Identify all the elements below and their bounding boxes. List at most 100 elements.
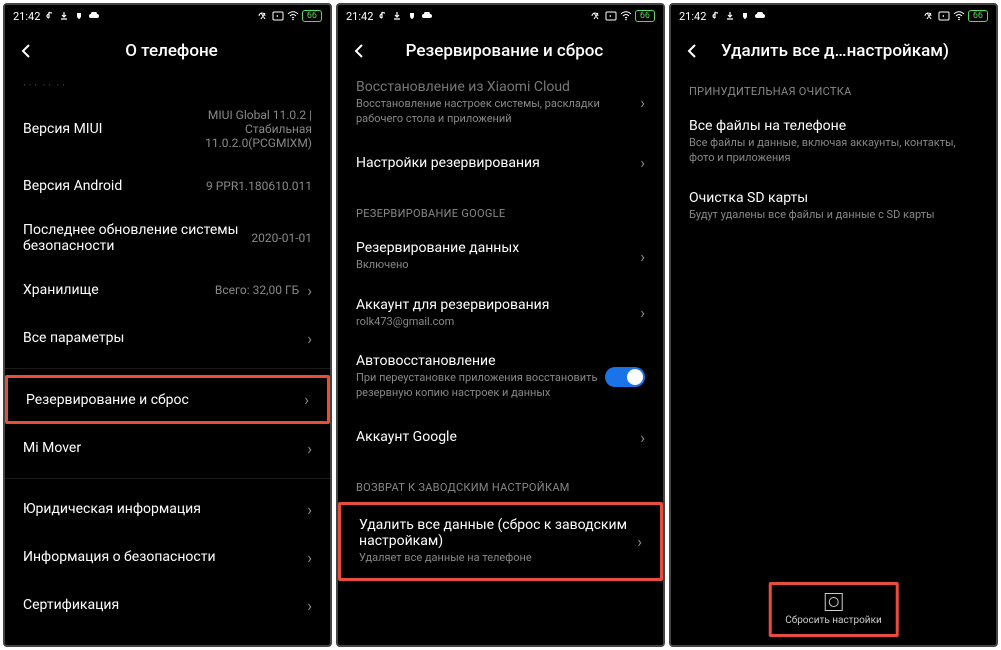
row-value: Всего: 32,00 ГБ [215, 283, 299, 297]
app-icon [739, 10, 751, 22]
wifi-icon [620, 10, 632, 22]
reset-settings-button[interactable]: Сбросить настройки [768, 582, 899, 637]
back-button[interactable] [17, 42, 37, 60]
row-label: Все параметры [23, 330, 299, 346]
row-backup-reset[interactable]: Резервирование и сброс › [5, 375, 330, 424]
chevron-right-icon: › [304, 390, 309, 409]
row-label: Восстановление из Xiaomi Cloud [356, 79, 632, 95]
tiktok-icon [709, 10, 721, 22]
reset-icon [825, 593, 843, 611]
autorestore-toggle[interactable] [605, 367, 645, 387]
header: Удалить все д…настройкам) [671, 27, 996, 79]
status-bar: 21:42 66 [5, 5, 330, 27]
row-label: Последнее обновление системы безопасност… [23, 222, 251, 254]
chevron-right-icon: › [307, 596, 312, 615]
page-title: О телефоне [55, 41, 318, 61]
row-label: Информация о безопасности [23, 549, 299, 565]
status-bar: 21:42 66 [671, 5, 996, 27]
header: Резервирование и сброс [338, 27, 663, 79]
chevron-right-icon: › [307, 281, 312, 300]
truncated-row: · · · · · · · [5, 79, 330, 96]
chevron-right-icon: › [640, 303, 645, 322]
mute-icon [590, 10, 602, 22]
row-miui-version[interactable]: Версия MIUI MIUI Global 11.0.2 | Стабиль… [5, 96, 330, 162]
row-label: Резервирование и сброс [26, 392, 296, 408]
header: О телефоне [5, 27, 330, 79]
row-security-update[interactable]: Последнее обновление системы безопасност… [5, 210, 330, 266]
row-legal[interactable]: Юридическая информация › [5, 485, 330, 533]
row-label: Сертификация [23, 597, 299, 613]
row-autorestore[interactable]: Автовосстановление При переустановке при… [338, 341, 663, 413]
row-sub: rolk473@gmail.com [356, 315, 632, 330]
page-title: Удалить все д…настройкам) [721, 41, 984, 61]
row-storage[interactable]: Хранилище Всего: 32,00 ГБ › [5, 266, 330, 314]
row-backup-account[interactable]: Аккаунт для резервирования rolk473@gmail… [338, 285, 663, 342]
row-all-params[interactable]: Все параметры › [5, 314, 330, 362]
row-certification[interactable]: Сертификация › [5, 581, 330, 629]
cloud-icon [88, 10, 100, 22]
divider [5, 478, 330, 479]
mute-icon [923, 10, 935, 22]
divider [5, 368, 330, 369]
app-icon [73, 10, 85, 22]
chevron-right-icon: › [640, 247, 645, 266]
row-android-version[interactable]: Версия Android 9 PPR1.180610.011 [5, 162, 330, 210]
cloud-icon [421, 10, 433, 22]
battery-indicator: 66 [635, 10, 655, 22]
row-sub: Будут удалены все файлы и данные с SD ка… [689, 208, 978, 223]
phone-screen-about: 21:42 66 О телефоне · · · · · · · Версия… [3, 3, 332, 647]
row-sd-card[interactable]: Очистка SD карты Будут удалены все файлы… [671, 178, 996, 235]
cast-icon [605, 10, 617, 22]
row-label: Юридическая информация [23, 501, 299, 517]
battery-indicator: 66 [302, 10, 322, 22]
section-factory-reset: ВОЗВРАТ К ЗАВОДСКИМ НАСТРОЙКАМ [338, 461, 663, 502]
chevron-right-icon: › [307, 548, 312, 567]
row-mi-mover[interactable]: Mi Mover › [5, 424, 330, 472]
chevron-right-icon: › [307, 500, 312, 519]
row-value: 9 PPR1.180610.011 [206, 179, 312, 193]
reset-label: Сбросить настройки [785, 615, 882, 626]
tiktok-icon [376, 10, 388, 22]
row-xiaomi-cloud[interactable]: Восстановление из Xiaomi Cloud Восстанов… [338, 79, 663, 139]
row-label: Автовосстановление [356, 353, 605, 369]
chevron-right-icon: › [637, 532, 642, 551]
wifi-icon [953, 10, 965, 22]
page-title: Резервирование и сброс [388, 41, 651, 61]
download-icon [58, 10, 70, 22]
status-time: 21:42 [13, 10, 40, 23]
section-forced-clean: ПРИНУДИТЕЛЬНАЯ ОЧИСТКА [671, 79, 996, 106]
wifi-icon [287, 10, 299, 22]
row-backup-settings[interactable]: Настройки резервирования › [338, 139, 663, 187]
row-label: Резервирование данных [356, 240, 632, 256]
row-label: Удалить все данные (сброс к заводским на… [359, 517, 629, 549]
content: · · · · · · · Версия MIUI MIUI Global 11… [5, 79, 330, 645]
phone-screen-factory-reset: 21:42 66 Удалить все д…настройкам) ПРИНУ… [669, 3, 998, 647]
battery-indicator: 66 [968, 10, 988, 22]
row-google-backup[interactable]: Резервирование данных Включено › [338, 228, 663, 285]
download-icon [391, 10, 403, 22]
chevron-right-icon: › [307, 329, 312, 348]
tiktok-icon [43, 10, 55, 22]
row-label: Очистка SD карты [689, 190, 978, 206]
phone-screen-backup: 21:42 66 Резервирование и сброс Восстано… [336, 3, 665, 647]
row-label: Mi Mover [23, 440, 299, 456]
cast-icon [272, 10, 284, 22]
app-icon [406, 10, 418, 22]
row-security-info[interactable]: Информация о безопасности › [5, 533, 330, 581]
row-value: MIUI Global 11.0.2 | Стабильная 11.0.2.0… [162, 108, 312, 150]
back-button[interactable] [350, 42, 370, 60]
mute-icon [257, 10, 269, 22]
row-sub: Включено [356, 258, 632, 273]
chevron-right-icon: › [640, 428, 645, 447]
chevron-right-icon: › [640, 153, 645, 172]
download-icon [724, 10, 736, 22]
row-all-files[interactable]: Все файлы на телефоне Все файлы и данные… [671, 106, 996, 178]
row-label: Настройки резервирования [356, 155, 632, 171]
row-label: Версия MIUI [23, 121, 162, 137]
row-label: Версия Android [23, 178, 206, 194]
chevron-right-icon: › [640, 93, 645, 112]
row-delete-all-data[interactable]: Удалить все данные (сброс к заводским на… [338, 502, 663, 581]
back-button[interactable] [683, 42, 703, 60]
content: Восстановление из Xiaomi Cloud Восстанов… [338, 79, 663, 645]
row-google-account[interactable]: Аккаунт Google › [338, 413, 663, 461]
